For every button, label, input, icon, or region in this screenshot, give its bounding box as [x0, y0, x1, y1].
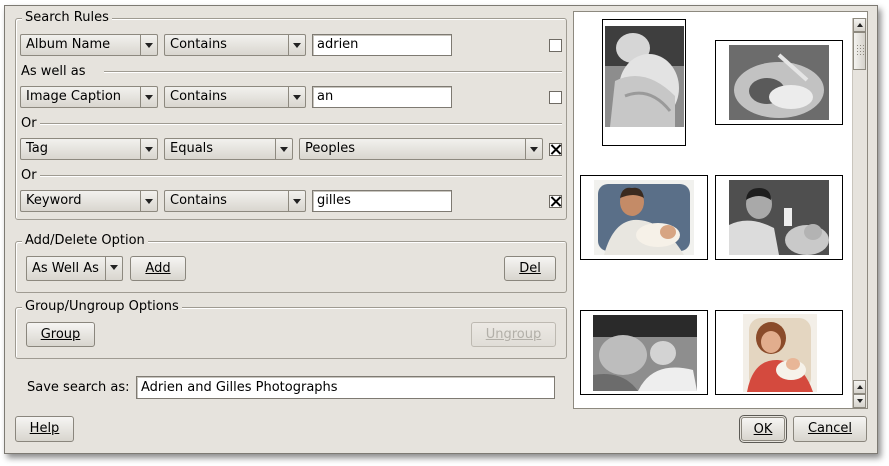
rule-2-checkbox[interactable] — [549, 91, 562, 104]
thumbnail-3[interactable] — [580, 175, 708, 260]
thumbnail-6-image — [743, 314, 817, 392]
chevron-down-icon — [105, 257, 122, 280]
rule-1-field-value: Album Name — [26, 37, 111, 52]
arrow-down-icon — [857, 399, 863, 403]
thumbnail-1-image — [605, 26, 684, 127]
rule-3-field-combo[interactable]: Tag — [20, 138, 158, 160]
thumbnail-2-image — [729, 45, 829, 120]
rule-1-operator-value: Contains — [170, 37, 227, 52]
rule-4-operator-combo[interactable]: Contains — [164, 190, 306, 212]
group-ungroup-title: Group/Ungroup Options — [22, 299, 182, 315]
thumbnail-2[interactable] — [715, 40, 843, 125]
chevron-down-icon — [288, 35, 305, 55]
chevron-down-icon — [525, 139, 542, 159]
connector-2-divider — [40, 123, 562, 125]
chevron-down-icon — [140, 191, 157, 211]
connector-1-divider — [104, 71, 562, 73]
chevron-down-icon — [288, 191, 305, 211]
chevron-down-icon — [140, 35, 157, 55]
thumbnail-6[interactable] — [715, 310, 843, 395]
rule-2-value-input[interactable]: an — [312, 86, 452, 108]
grip-icon — [857, 45, 864, 55]
thumbnail-5-image — [593, 315, 697, 391]
rule-1-value-input[interactable]: adrien — [312, 34, 452, 56]
scroll-down-button-upper[interactable] — [853, 380, 866, 394]
save-search-value: Adrien and Gilles Photographs — [141, 380, 338, 395]
rule-2-field-value: Image Caption — [26, 89, 122, 104]
rule-4-value-text: gilles — [317, 193, 351, 208]
rule-4-operator-value: Contains — [170, 193, 227, 208]
scroll-down-button[interactable] — [853, 394, 866, 408]
ok-button[interactable]: OK — [739, 415, 787, 443]
rule-4-field-value: Keyword — [26, 193, 82, 208]
scroll-up-button[interactable] — [853, 18, 866, 32]
search-dialog: Search Rules Album Name Contains adrien … — [4, 5, 878, 454]
help-button-label: Help — [29, 421, 60, 436]
thumbnail-1[interactable] — [602, 19, 686, 146]
connector-type-value: As Well As — [32, 261, 99, 276]
group-button[interactable]: Group — [26, 322, 95, 347]
chevron-down-icon — [275, 139, 292, 159]
chevron-down-icon — [288, 87, 305, 107]
thumbnail-3-image — [594, 180, 694, 255]
scroll-thumb[interactable] — [853, 32, 866, 70]
save-search-label: Save search as: — [27, 380, 130, 395]
save-search-input[interactable]: Adrien and Gilles Photographs — [136, 376, 555, 399]
thumbnail-5[interactable] — [580, 310, 708, 395]
rule-4-checkbox[interactable] — [549, 195, 562, 208]
connector-type-combo[interactable]: As Well As — [26, 256, 123, 281]
chevron-down-icon — [140, 87, 157, 107]
connector-3-label: Or — [21, 168, 37, 183]
add-delete-title: Add/Delete Option — [22, 233, 148, 249]
connector-1-label: As well as — [21, 64, 86, 79]
ungroup-button-label: Ungroup — [485, 327, 542, 342]
add-delete-group: Add/Delete Option As Well As Add Del — [15, 233, 567, 293]
connector-3-divider — [40, 175, 562, 177]
rule-3-operator-combo[interactable]: Equals — [164, 138, 293, 160]
del-button-label: Del — [519, 261, 541, 276]
rule-1-field-combo[interactable]: Album Name — [20, 34, 158, 56]
image-gallery — [573, 11, 868, 409]
rule-1-value-text: adrien — [317, 37, 359, 52]
del-button[interactable]: Del — [504, 256, 556, 281]
chevron-down-icon — [140, 139, 157, 159]
arrow-up-icon — [857, 385, 863, 389]
arrow-up-icon — [857, 23, 863, 27]
rule-3-operator-value: Equals — [170, 141, 214, 156]
cancel-button-label: Cancel — [807, 421, 853, 436]
search-rules-group: Search Rules Album Name Contains adrien … — [15, 10, 567, 220]
cancel-button[interactable]: Cancel — [793, 416, 867, 442]
rule-1-checkbox[interactable] — [549, 39, 562, 52]
rule-3-value-text: Peoples — [305, 141, 355, 156]
thumbnail-4[interactable] — [715, 175, 843, 260]
rule-2-operator-combo[interactable]: Contains — [164, 86, 306, 108]
rule-2-operator-value: Contains — [170, 89, 227, 104]
rule-3-value-combo[interactable]: Peoples — [299, 138, 543, 160]
rule-4-field-combo[interactable]: Keyword — [20, 190, 158, 212]
thumbnail-4-image — [729, 180, 829, 255]
rule-2-value-text: an — [317, 89, 334, 104]
add-button-label: Add — [145, 261, 171, 276]
add-button[interactable]: Add — [130, 256, 186, 281]
rule-4-value-input[interactable]: gilles — [312, 190, 452, 212]
ok-button-label: OK — [753, 422, 773, 437]
gallery-scrollbar[interactable] — [852, 18, 867, 408]
rule-3-field-value: Tag — [26, 141, 49, 156]
rule-1-operator-combo[interactable]: Contains — [164, 34, 306, 56]
rule-2-field-combo[interactable]: Image Caption — [20, 86, 158, 108]
group-ungroup-group: Group/Ungroup Options Group Ungroup — [15, 299, 567, 359]
group-button-label: Group — [40, 327, 81, 342]
search-rules-title: Search Rules — [22, 10, 112, 26]
help-button[interactable]: Help — [15, 416, 74, 442]
ungroup-button[interactable]: Ungroup — [471, 322, 556, 347]
connector-2-label: Or — [21, 116, 37, 131]
rule-3-checkbox[interactable] — [549, 143, 562, 156]
